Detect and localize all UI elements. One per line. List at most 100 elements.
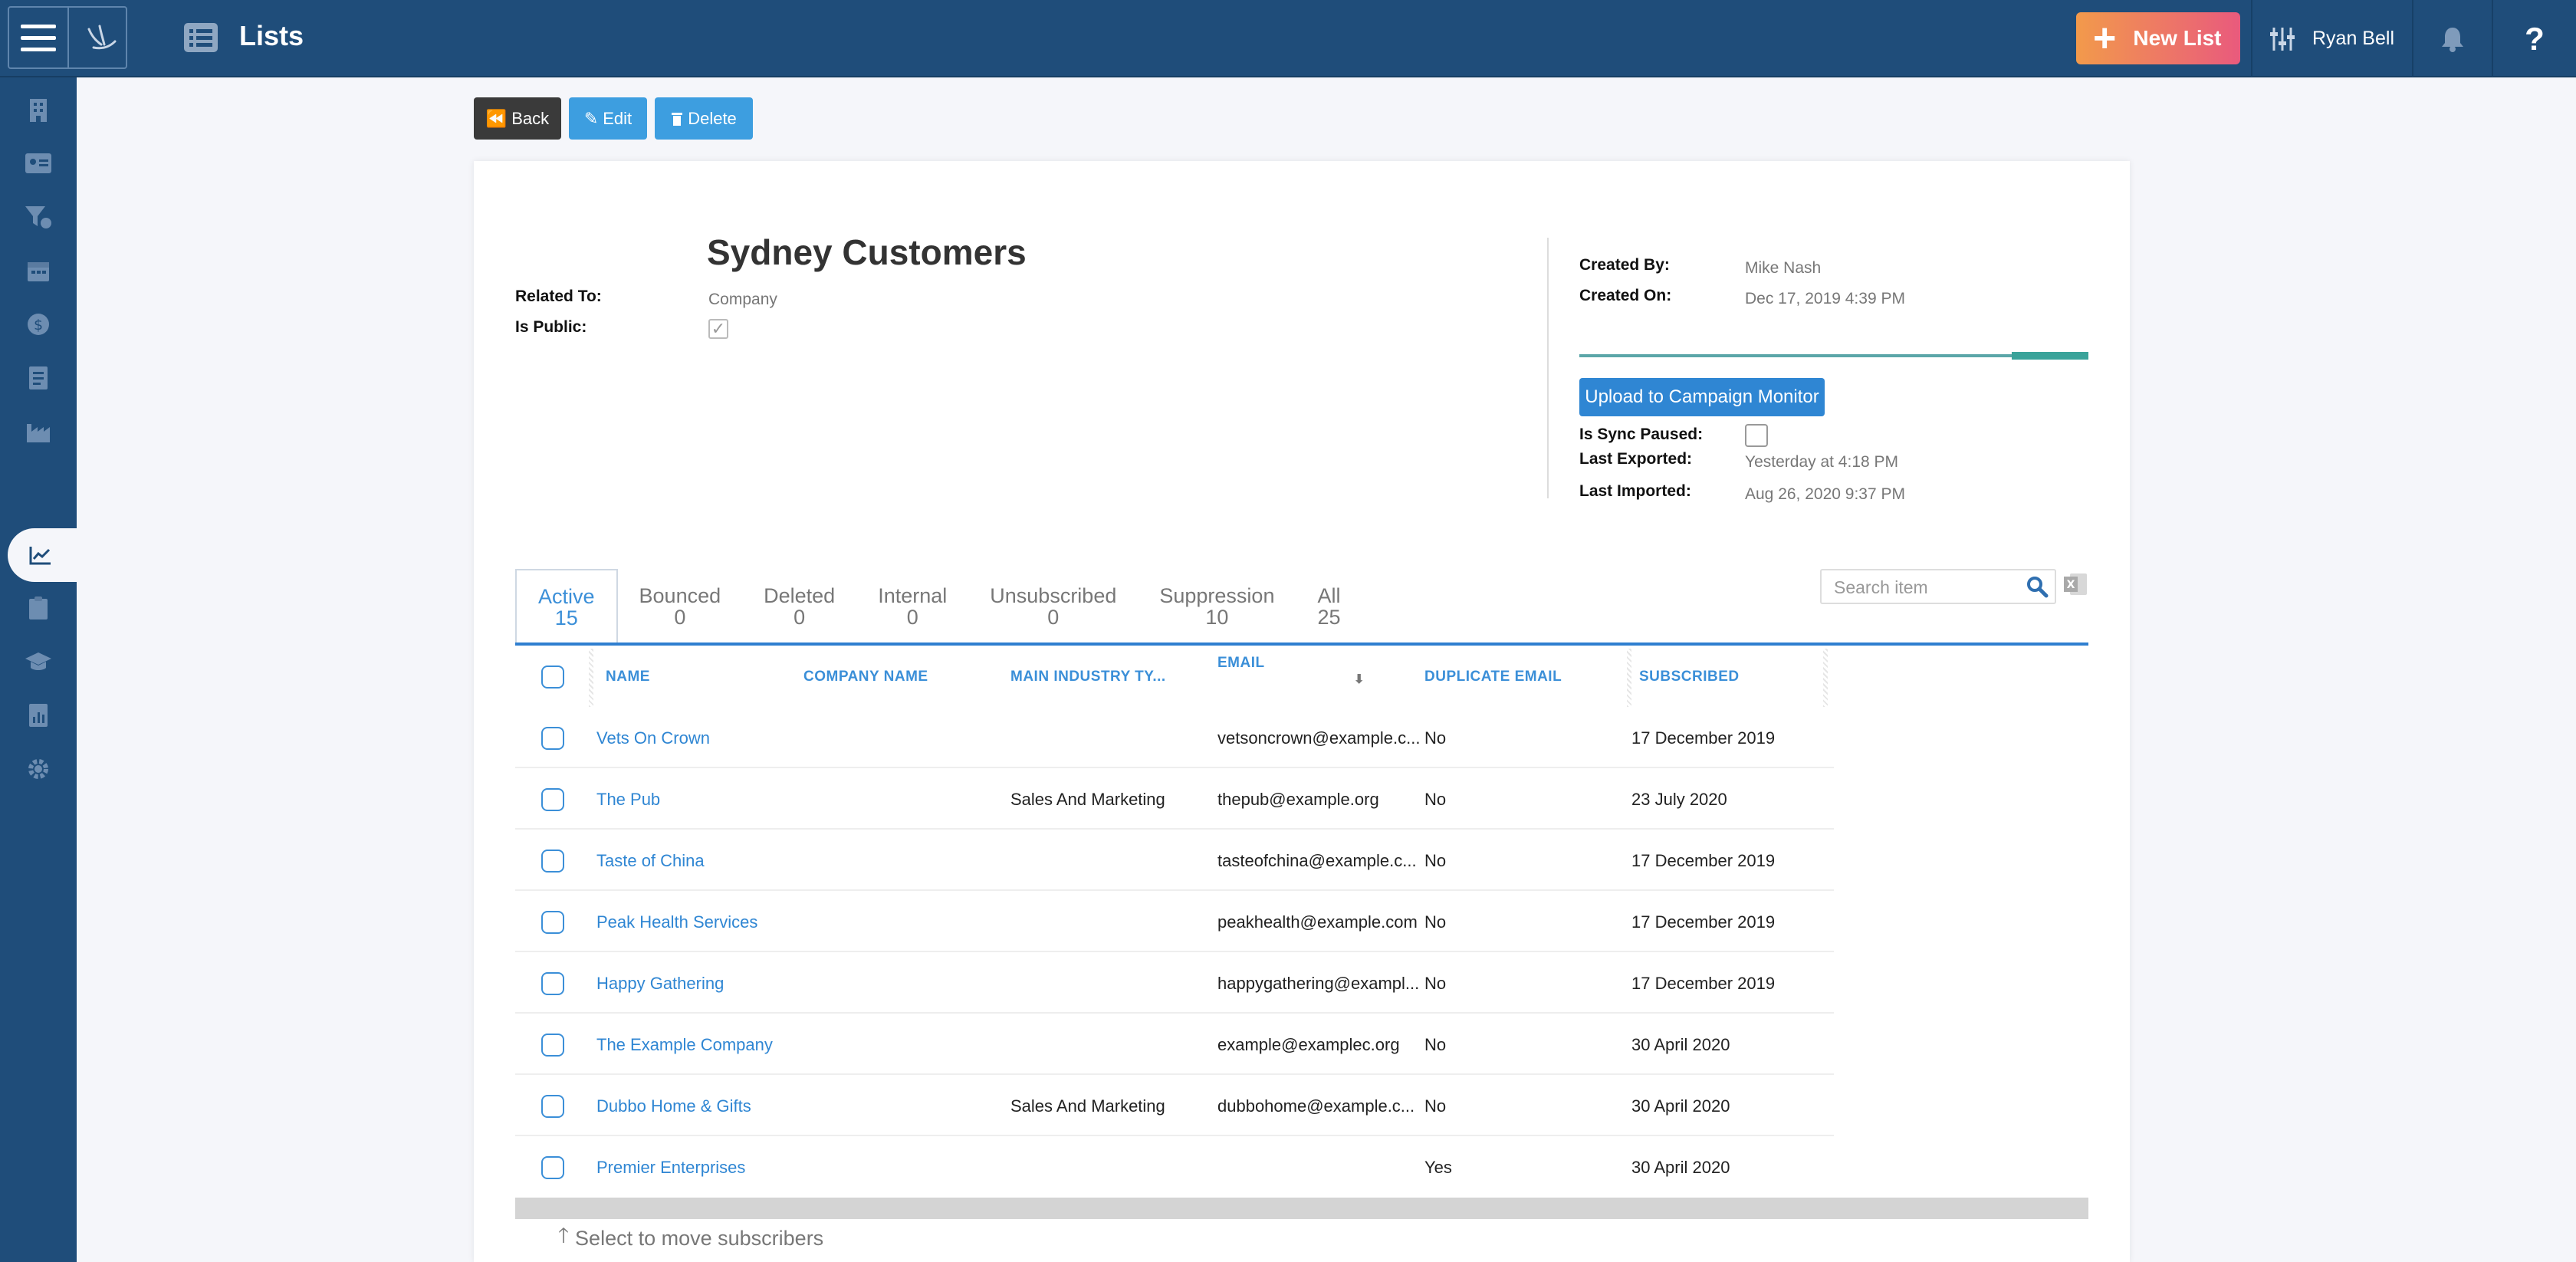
- tab-active[interactable]: Active 15: [515, 569, 618, 644]
- sync-paused-checkbox[interactable]: [1745, 424, 1768, 447]
- hamburger-menu-icon[interactable]: [9, 8, 69, 67]
- sidebar-item-tasks[interactable]: [15, 585, 61, 631]
- arrow-up-icon: 🡑: [558, 1224, 570, 1247]
- related-to-value: Company: [708, 291, 777, 308]
- tab-suppression[interactable]: Suppression 10: [1138, 569, 1296, 644]
- upload-campaign-monitor-button[interactable]: Upload to Campaign Monitor: [1579, 378, 1825, 416]
- notifications-button[interactable]: [2413, 0, 2493, 77]
- subscriber-name-link[interactable]: Peak Health Services: [596, 912, 757, 932]
- tab-label: Deleted: [764, 583, 836, 607]
- horizontal-scrollbar[interactable]: [515, 1198, 2088, 1219]
- column-header-name[interactable]: NAME: [606, 669, 650, 685]
- tab-bounced[interactable]: Bounced 0: [618, 569, 743, 644]
- duplicate-email-cell: No: [1424, 912, 1447, 932]
- duplicate-email-cell: No: [1424, 790, 1447, 809]
- tab-count: 10: [1205, 606, 1229, 629]
- column-header-industry[interactable]: MAIN INDUSTRY TY...: [1010, 669, 1166, 685]
- sort-descending-icon[interactable]: ⬇: [1354, 672, 1365, 687]
- delete-button[interactable]: Delete: [655, 97, 753, 140]
- created-on-value: Dec 17, 2019 4:39 PM: [1745, 290, 1905, 307]
- row-checkbox[interactable]: [541, 1095, 564, 1118]
- sidebar-item-reports[interactable]: [15, 409, 61, 455]
- row-checkbox[interactable]: [541, 850, 564, 873]
- subscribers-table: NAME COMPANY NAME MAIN INDUSTRY TY... EM…: [515, 646, 1834, 1198]
- new-list-button[interactable]: + New List: [2076, 12, 2240, 64]
- user-name: Ryan Bell: [2312, 28, 2394, 49]
- subscriber-name-link[interactable]: The Example Company: [596, 1035, 773, 1055]
- subscriber-name-link[interactable]: Happy Gathering: [596, 974, 724, 994]
- last-exported-value: Yesterday at 4:18 PM: [1745, 453, 1899, 471]
- created-on-label: Created On:: [1579, 287, 1672, 304]
- app-logo-icon[interactable]: [84, 21, 118, 55]
- plus-icon: +: [2093, 16, 2117, 61]
- graduation-cap-icon: [25, 652, 51, 670]
- edit-button[interactable]: ✎ Edit: [569, 97, 647, 140]
- sidebar-item-companies[interactable]: [15, 87, 61, 133]
- column-resizer[interactable]: [1823, 649, 1828, 707]
- tab-all[interactable]: All 25: [1296, 569, 1362, 644]
- building-icon: [30, 99, 47, 122]
- subscriber-name-link[interactable]: Vets On Crown: [596, 728, 710, 748]
- search-box: [1820, 569, 2056, 604]
- help-button[interactable]: ?: [2493, 0, 2576, 77]
- search-input[interactable]: [1834, 575, 2010, 600]
- tab-label: Internal: [878, 583, 948, 607]
- row-checkbox[interactable]: [541, 911, 564, 934]
- row-checkbox[interactable]: [541, 727, 564, 750]
- created-by-value: Mike Nash: [1745, 259, 1822, 277]
- subscriber-name-link[interactable]: The Pub: [596, 790, 660, 810]
- tab-deleted[interactable]: Deleted 0: [742, 569, 856, 644]
- sidebar-item-lists[interactable]: [8, 528, 77, 582]
- row-checkbox[interactable]: [541, 788, 564, 811]
- duplicate-email-cell: No: [1424, 851, 1447, 870]
- subscriber-name-link[interactable]: Premier Enterprises: [596, 1158, 745, 1178]
- duplicate-email-cell: No: [1424, 728, 1447, 748]
- tab-label: Bounced: [639, 583, 721, 607]
- subscriber-name-link[interactable]: Taste of China: [596, 851, 705, 871]
- email-cell: peakhealth@example.com: [1217, 912, 1418, 932]
- factory-icon: [27, 424, 50, 442]
- table-row: The Example Company example@examplec.org…: [515, 1014, 1834, 1075]
- sidebar-item-contacts[interactable]: [15, 140, 61, 186]
- sidebar-item-training[interactable]: [15, 639, 61, 685]
- user-menu[interactable]: Ryan Bell: [2251, 0, 2413, 77]
- column-header-email[interactable]: EMAIL: [1217, 655, 1265, 672]
- svg-text:$: $: [34, 317, 43, 334]
- column-header-subscribed[interactable]: SUBSCRIBED: [1639, 669, 1740, 685]
- move-subscribers-text: Select to move subscribers: [575, 1226, 824, 1250]
- move-subscribers-hint: 🡑 Select to move subscribers: [558, 1221, 823, 1256]
- sidebar-item-analytics[interactable]: [15, 692, 61, 738]
- calendar-icon: [28, 262, 49, 281]
- tab-unsubscribed[interactable]: Unsubscribed 0: [968, 569, 1138, 644]
- column-header-company[interactable]: COMPANY NAME: [803, 669, 928, 685]
- sidebar-item-calendar[interactable]: [15, 248, 61, 294]
- last-exported-label: Last Exported:: [1579, 450, 1693, 468]
- row-checkbox[interactable]: [541, 1156, 564, 1179]
- last-imported-label: Last Imported:: [1579, 482, 1691, 500]
- tab-count: 0: [674, 606, 686, 629]
- column-header-duplicate-email[interactable]: DUPLICATE EMAIL: [1424, 669, 1562, 685]
- select-all-checkbox[interactable]: [541, 666, 564, 689]
- sliders-icon: [2270, 27, 2295, 51]
- row-checkbox[interactable]: [541, 972, 564, 995]
- subscriber-name-link[interactable]: Dubbo Home & Gifts: [596, 1096, 751, 1116]
- sidebar-item-documents[interactable]: [15, 355, 61, 401]
- search-icon[interactable]: [2026, 575, 2049, 598]
- subscribed-cell: 30 April 2020: [1631, 1035, 1730, 1054]
- sidebar-item-sales[interactable]: $: [15, 301, 61, 347]
- back-button[interactable]: ⏪ Back: [474, 97, 561, 140]
- row-checkbox[interactable]: [541, 1034, 564, 1057]
- column-resizer[interactable]: [589, 649, 593, 707]
- email-cell: tasteofchina@example.c...: [1217, 851, 1417, 870]
- trash-icon: [672, 112, 683, 126]
- tab-internal[interactable]: Internal 0: [856, 569, 968, 644]
- industry-cell: Sales And Marketing: [1010, 1096, 1165, 1116]
- sidebar-item-settings[interactable]: [15, 746, 61, 792]
- column-resizer[interactable]: [1627, 649, 1631, 707]
- excel-export-icon[interactable]: X: [2062, 572, 2088, 596]
- back-label: Back: [511, 108, 550, 128]
- sidebar-item-leads[interactable]: [15, 194, 61, 240]
- tab-count: 15: [554, 606, 578, 629]
- tab-count: 0: [906, 606, 918, 629]
- tab-label: Active: [538, 584, 595, 608]
